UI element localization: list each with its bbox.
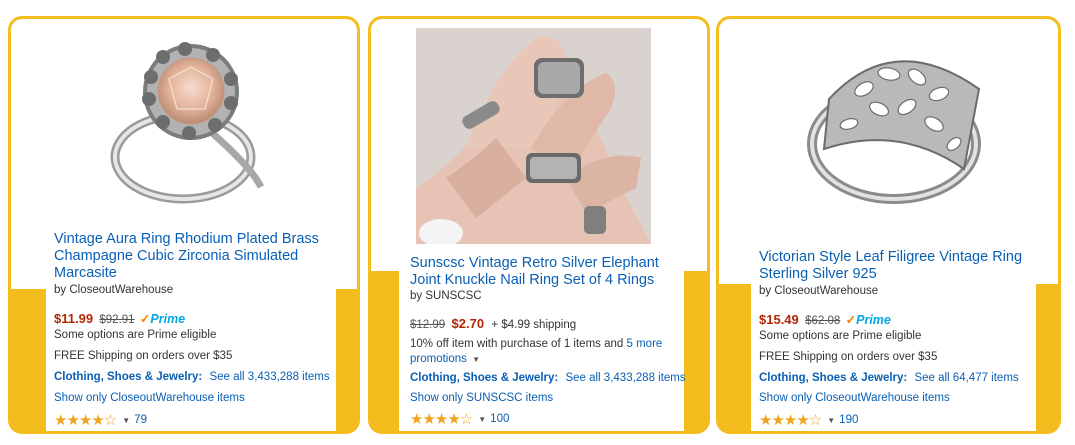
- current-price: $15.49: [759, 312, 799, 327]
- promo-text: 10% off item with purchase of 1 items an…: [410, 338, 624, 350]
- shipping-note: FREE Shipping on orders over $35: [759, 351, 938, 363]
- current-price: $2.70: [451, 316, 485, 331]
- product-title[interactable]: Sunscsc Vintage Retro Silver Elephant Jo…: [410, 255, 685, 289]
- product-card[interactable]: Victorian Style Leaf Filigree Vintage Ri…: [716, 16, 1061, 434]
- review-count[interactable]: 100: [490, 413, 509, 425]
- star-rating-icon: ★★★★☆: [410, 411, 473, 428]
- current-price: $11.99: [54, 311, 94, 326]
- see-all-link[interactable]: See all 3,433,288 items: [565, 372, 685, 384]
- rating-row[interactable]: ★★★★☆ ▼ 79: [54, 411, 147, 429]
- list-price: $12.99: [410, 319, 446, 331]
- rating-row[interactable]: ★★★★☆ ▼ 100: [410, 410, 509, 428]
- chevron-down-icon[interactable]: ▼: [472, 355, 480, 364]
- product-image[interactable]: [416, 28, 651, 244]
- show-only-link[interactable]: Show only CloseoutWarehouse items: [759, 392, 950, 404]
- show-only-link[interactable]: Show only SUNSCSC items: [410, 392, 553, 404]
- list-price: $92.91: [99, 314, 135, 326]
- chevron-down-icon[interactable]: ▼: [122, 416, 130, 425]
- hand-with-rings-icon: [416, 28, 651, 244]
- promo-line: 10% off item with purchase of 1 items an…: [410, 337, 680, 367]
- review-count[interactable]: 79: [134, 414, 147, 426]
- seller-byline: by CloseoutWarehouse: [54, 284, 174, 296]
- product-card[interactable]: Sunscsc Vintage Retro Silver Elephant Jo…: [368, 16, 710, 434]
- shipping-cost: + $4.99 shipping: [491, 319, 577, 331]
- prime-note: Some options are Prime eligible: [759, 330, 922, 342]
- shipping-note: FREE Shipping on orders over $35: [54, 350, 233, 362]
- category-line: Clothing, Shoes & Jewelry: See all 64,47…: [759, 372, 1019, 384]
- category-line: Clothing, Shoes & Jewelry: See all 3,433…: [54, 371, 330, 383]
- see-all-link[interactable]: See all 3,433,288 items: [209, 371, 329, 383]
- rating-row[interactable]: ★★★★☆ ▼ 190: [759, 411, 858, 429]
- prime-check-icon: ✓: [139, 312, 151, 326]
- see-all-link[interactable]: See all 64,477 items: [914, 372, 1018, 384]
- price-row: $12.99 $2.70 + $4.99 shipping: [410, 316, 576, 331]
- seller-byline: by CloseoutWarehouse: [759, 285, 879, 297]
- category-link[interactable]: Clothing, Shoes & Jewelry:: [54, 371, 202, 383]
- show-only-link[interactable]: Show only CloseoutWarehouse items: [54, 392, 245, 404]
- chevron-down-icon[interactable]: ▼: [478, 415, 486, 424]
- category-link[interactable]: Clothing, Shoes & Jewelry:: [759, 372, 907, 384]
- category-link[interactable]: Clothing, Shoes & Jewelry:: [410, 372, 558, 384]
- filigree-ring-icon: [807, 60, 981, 204]
- chevron-down-icon[interactable]: ▼: [827, 416, 835, 425]
- prime-check-icon: ✓: [845, 313, 857, 327]
- star-rating-icon: ★★★★☆: [54, 412, 117, 429]
- list-price: $62.08: [805, 315, 841, 327]
- review-count[interactable]: 190: [839, 414, 858, 426]
- seller-byline: by SUNSCSC: [410, 290, 482, 302]
- price-row: $15.49 $62.08 ✓Prime: [759, 312, 891, 327]
- ring-champagne-stone-icon: [110, 42, 265, 204]
- prime-badge: ✓Prime: [845, 313, 891, 327]
- product-title[interactable]: Victorian Style Leaf Filigree Vintage Ri…: [759, 249, 1039, 283]
- category-line: Clothing, Shoes & Jewelry: See all 3,433…: [410, 372, 686, 384]
- product-title[interactable]: Vintage Aura Ring Rhodium Plated Brass C…: [54, 231, 329, 282]
- price-row: $11.99 $92.91 ✓Prime: [54, 311, 185, 326]
- star-rating-icon: ★★★★☆: [759, 412, 822, 429]
- product-image[interactable]: [101, 37, 281, 222]
- product-image[interactable]: [789, 29, 999, 219]
- prime-badge: ✓Prime: [139, 312, 186, 326]
- product-card[interactable]: Vintage Aura Ring Rhodium Plated Brass C…: [8, 16, 360, 434]
- prime-note: Some options are Prime eligible: [54, 329, 217, 341]
